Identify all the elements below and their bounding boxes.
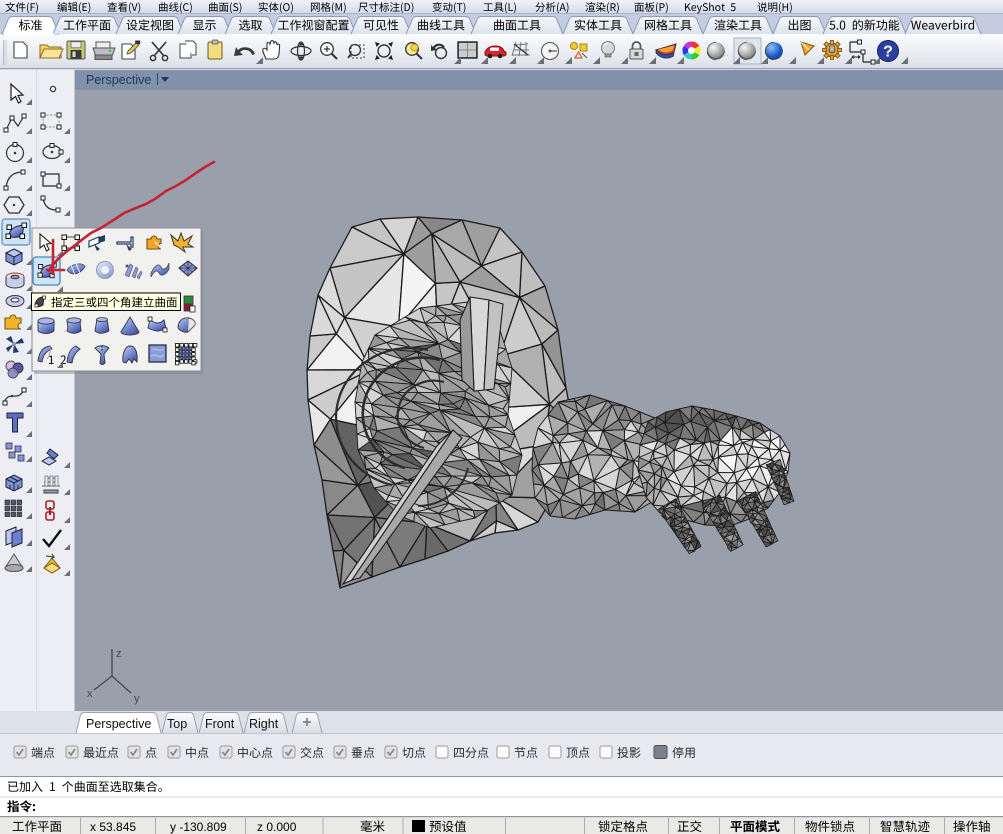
svg-text:Perspective: Perspective [86,73,151,87]
svg-text:?: ? [883,44,893,61]
svg-text:y -130.809: y -130.809 [170,820,227,834]
svg-text:z: z [116,648,122,660]
svg-text:Front: Front [205,717,235,731]
svg-text:z 0.000: z 0.000 [257,820,297,834]
svg-text:Right: Right [249,717,279,731]
svg-text:x 53.845: x 53.845 [90,820,136,834]
svg-text:Perspective: Perspective [86,717,151,731]
svg-text:x: x [87,688,93,700]
svg-text:Top: Top [167,717,187,731]
svg-text:y: y [134,693,140,705]
